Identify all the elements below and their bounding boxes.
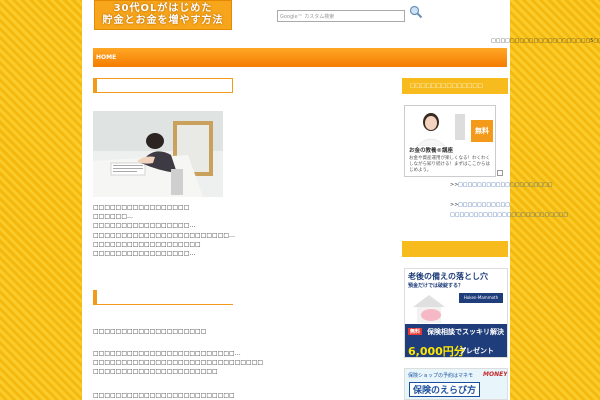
banner2-title: 保険のえらび方: [409, 382, 481, 397]
intro-line: □□□□□□□□□□□□□□□□□: [93, 204, 190, 211]
search-placeholder: Google™ カスタム検索: [280, 14, 335, 20]
banner-cta-text: 保険相談でスッキリ解決: [427, 328, 504, 336]
intro-line: □□□□□□□□□□□□□□□□□…: [93, 222, 196, 230]
global-nav: HOME: [93, 48, 507, 67]
banner-present: プレゼント: [459, 347, 494, 355]
logo-line-1: 30代OLがはじめた: [113, 3, 213, 14]
ad-info-icon[interactable]: [497, 170, 503, 176]
banner-headline: 老後の備えの落とし穴: [408, 272, 488, 281]
nav-home-link[interactable]: HOME: [96, 54, 116, 61]
paragraph-line: □□□□□□□□□□□□□□□□□□□□□□□□□…: [93, 350, 241, 357]
post-title-box: [93, 78, 233, 93]
banner-free-tag: 無料: [408, 328, 423, 335]
banner-logo: Hoken-Mammoth: [459, 293, 503, 303]
paragraph-2: □□□□□□□□□□□□□□□□□□□□□□□□□… □□□□□□□□□□□□□…: [93, 349, 293, 376]
banner-price: 6,000円分: [408, 345, 465, 358]
intro-text: □□□□□□□□□□□□□□□□□ □□□□□□… □□□□□□□□□□□□□□…: [93, 203, 273, 258]
section-heading-bar: [93, 290, 97, 305]
logo-line-2: 貯金とお金を増やす方法: [102, 15, 224, 26]
paragraph-1: □□□□□□□□□□□□□□□□□□□□: [93, 327, 293, 336]
sidebar-widget-title: □□□□□□□□□□□□□□: [402, 78, 508, 94]
paragraph-3: □□□□□□□□□□□□□□□□□□□□□□□□□: [93, 391, 293, 400]
ad-description: お金や資産運用が楽しくなる！わくわくしながら知り続ける！まずはここからはじめよう…: [409, 156, 490, 173]
banner-subtitle: 預金だけでは破綻する？: [408, 283, 464, 289]
intro-line: □□□□□□□□□□□□□□□□□□□□□□□□…: [93, 231, 236, 239]
sidebar-link-1[interactable]: □□□□□□□□□□□□□□□□□□□□: [458, 182, 552, 188]
post-photo: [93, 111, 223, 197]
search-icon: [409, 5, 423, 19]
search-input[interactable]: Google™ カスタム検索: [277, 10, 405, 22]
intro-line: □□□□□□□□□□□□□□□□□□□: [93, 240, 201, 248]
search-button[interactable]: [409, 5, 423, 19]
insurance-banner[interactable]: 老後の備えの落とし穴 預金だけでは破綻する？ Hoken-Mammoth 無料 …: [404, 268, 508, 358]
paragraph-line: □□□□□□□□□□□□□□□□□□□□: [93, 328, 207, 335]
ad-title: お金の教養®講座: [409, 148, 454, 154]
banner-cta-row: 無料 保険相談でスッキリ解決: [405, 324, 507, 342]
right-background: [510, 0, 600, 400]
section-heading-rule: [93, 304, 233, 305]
sidebar-widget-title-2: [402, 241, 508, 257]
intro-line: □□□□□□□□□□□□□□□□□…: [93, 249, 196, 257]
left-background: [0, 0, 82, 400]
sidebar-link-2[interactable]: □□□□□□□□□□□: [458, 202, 510, 208]
instructor-photo: [409, 108, 469, 146]
piggy-house-illustration: [413, 295, 445, 323]
site-logo[interactable]: 30代OLがはじめた 貯金とお金を増やす方法: [94, 0, 232, 30]
insurance-guide-banner[interactable]: 保険ショップの予約はマネモ MONEY 保険のえらび方: [404, 368, 508, 400]
section-heading: [93, 290, 233, 305]
paragraph-line: □□□□□□□□□□□□□□□□□□□□□□□□□: [93, 392, 235, 399]
banner-price-row: 6,000円分 プレゼント: [405, 342, 507, 358]
free-badge: 無料: [471, 120, 493, 142]
banner2-caption: 保険ショップの予約はマネモ: [408, 373, 474, 379]
sidebar-link-3[interactable]: □□□□□□□□□□□□□□□□□□□□□□□□□: [450, 212, 568, 218]
news-ticker: □□□□□□□□□□□□□□□□□□□□□5□□□□□□□□□□□: [491, 38, 600, 44]
banner2-brand: MONEY: [483, 371, 508, 378]
paragraph-line: □□□□□□□□□□□□□□□□□□□□□□: [93, 368, 218, 375]
paragraph-line: □□□□□□□□□□□□□□□□□□□□□□□□□□□□□□: [93, 359, 264, 366]
intro-line: □□□□□□…: [93, 213, 134, 221]
money-course-ad[interactable]: 無料 お金の教養®講座 お金や資産運用が楽しくなる！わくわくしながら知り続ける！…: [404, 105, 496, 177]
